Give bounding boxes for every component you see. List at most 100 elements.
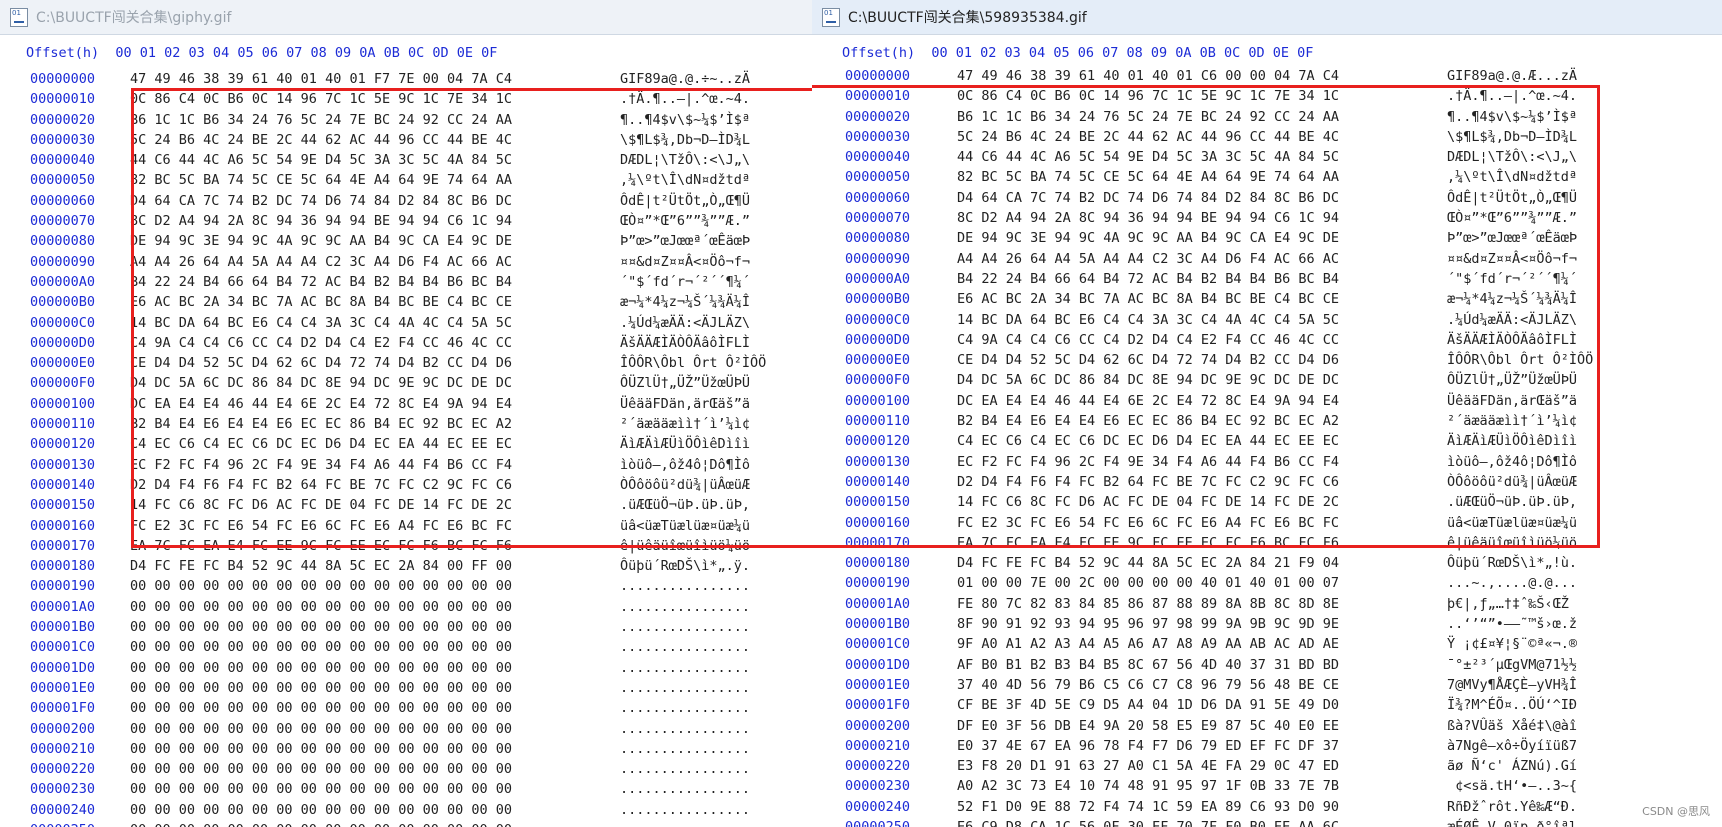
row-ascii-text[interactable]: ¶..¶4$v\$~¼$’Ì$ª — [1447, 107, 1577, 127]
row-hex-bytes[interactable]: B6 1C 1C B6 34 24 76 5C 24 7E BC 24 92 C… — [957, 107, 1339, 127]
row-hex-bytes[interactable]: 8F 90 91 92 93 94 95 96 97 98 99 9A 9B 9… — [957, 614, 1339, 634]
row-ascii-text[interactable]: ................ — [620, 739, 750, 759]
row-hex-bytes[interactable]: D4 FC FE FC B4 52 9C 44 8A 5C EC 2A 84 2… — [957, 553, 1339, 573]
row-hex-bytes[interactable]: 00 00 00 00 00 00 00 00 00 00 00 00 00 0… — [130, 637, 512, 657]
row-ascii-text[interactable]: ................ — [620, 779, 750, 799]
row-ascii-text[interactable]: ŒÒ¤”*Œ”6””¾””Æ.” — [1447, 208, 1577, 228]
row-hex-bytes[interactable]: D4 64 CA 7C 74 B2 DC 74 D6 74 84 D2 84 8… — [957, 188, 1339, 208]
row-hex-bytes[interactable]: 00 00 00 00 00 00 00 00 00 00 00 00 00 0… — [130, 800, 512, 820]
row-hex-bytes[interactable]: E6 C9 D8 CA 1C 56 0F 30 EF 70 7F F0 B0 E… — [957, 817, 1339, 827]
row-hex-bytes[interactable]: 00 00 00 00 00 00 00 00 00 00 00 00 00 0… — [130, 739, 512, 759]
row-ascii-text[interactable]: GIF89a@.@.Æ...zÄ — [1447, 66, 1577, 86]
row-hex-bytes[interactable]: 00 00 00 00 00 00 00 00 00 00 00 00 00 0… — [130, 576, 512, 596]
row-ascii-text[interactable]: ................ — [620, 719, 750, 739]
row-ascii-text[interactable]: \$¶L$¾,Db¬D–ÌD¾L — [1447, 127, 1577, 147]
row-ascii-text[interactable]: ßà?VÛäš Xåé‡\@àî — [1447, 716, 1577, 736]
row-hex-bytes[interactable]: 37 40 4D 56 79 B6 C5 C6 C7 C8 96 79 56 4… — [957, 675, 1339, 695]
row-hex-bytes[interactable]: 47 49 46 38 39 61 40 01 40 01 F7 7E 00 0… — [130, 69, 512, 89]
row-ascii-text[interactable]: Ôüþü´RœDŠ\ì*„.ÿ. — [620, 556, 750, 576]
row-hex-bytes[interactable]: 47 49 46 38 39 61 40 01 40 01 C6 00 00 0… — [957, 66, 1339, 86]
row-hex-bytes[interactable]: 00 00 00 00 00 00 00 00 00 00 00 00 00 0… — [130, 719, 512, 739]
row-hex-bytes[interactable]: E0 37 4E 67 EA 96 78 F4 F7 D6 79 ED EF F… — [957, 736, 1339, 756]
row-ascii-text[interactable]: ‚¼\ºt\Î\dN¤džtdª — [1447, 167, 1577, 187]
row-ascii-text[interactable]: ................ — [620, 617, 750, 637]
row-hex-bytes[interactable]: C4 EC C6 C4 EC C6 DC EC D6 D4 EC EA 44 E… — [957, 431, 1339, 451]
row-ascii-text[interactable]: GIF89a@.@.÷~..zÄ — [620, 69, 750, 89]
row-ascii-text[interactable]: ................ — [620, 637, 750, 657]
row-hex-bytes[interactable]: E3 F8 20 D1 91 63 27 A0 C1 5A 4E FA 29 0… — [957, 756, 1339, 776]
row-ascii-text[interactable]: æ¬¼*4¼z¬¼Š´¼¾Ä¼Î — [1447, 289, 1577, 309]
row-hex-bytes[interactable]: E6 AC BC 2A 34 BC 7A AC BC 8A B4 BC BE C… — [957, 289, 1339, 309]
row-ascii-text[interactable]: ÎÔÔR\Ôbl Ôrt Ô²ÌÔÖ — [1447, 350, 1593, 370]
row-ascii-text[interactable]: ................ — [620, 759, 750, 779]
row-ascii-text[interactable]: ................ — [620, 576, 750, 596]
row-hex-bytes[interactable]: 00 00 00 00 00 00 00 00 00 00 00 00 00 0… — [130, 658, 512, 678]
row-ascii-text[interactable]: ãø Ñ‘c' ÁZNú).Gí — [1447, 756, 1577, 776]
row-ascii-text[interactable]: ................ — [620, 820, 750, 827]
row-hex-bytes[interactable]: CF BE 3F 4D 5E C9 D5 A4 04 1D D6 DA 91 5… — [957, 695, 1339, 715]
row-hex-bytes[interactable]: 00 00 00 00 00 00 00 00 00 00 00 00 00 0… — [130, 597, 512, 617]
row-ascii-text[interactable]: ................ — [620, 800, 750, 820]
row-hex-bytes[interactable]: 00 00 00 00 00 00 00 00 00 00 00 00 00 0… — [130, 617, 512, 637]
row-ascii-text[interactable]: Ï¾?M^ÉÕ¤..ÖÚ‘^IÐ — [1447, 695, 1577, 715]
row-hex-bytes[interactable]: A4 A4 26 64 A4 5A A4 A4 C2 3C A4 D6 F4 A… — [957, 249, 1339, 269]
row-hex-bytes[interactable]: 44 C6 44 4C A6 5C 54 9E D4 5C 3A 3C 5C 4… — [957, 147, 1339, 167]
row-ascii-text[interactable]: ´"$´fd´r¬´²´´¶¼´ — [1447, 269, 1577, 289]
row-hex-bytes[interactable]: 01 00 00 7E 00 2C 00 00 00 00 40 01 40 0… — [957, 573, 1339, 593]
row-ascii-text[interactable]: ÜêääFDän,ärŒäš”ä — [1447, 391, 1577, 411]
row-ascii-text[interactable]: ¯°±²³´µŒgVM@71½½ — [1447, 655, 1577, 675]
row-hex-bytes[interactable]: 00 00 00 00 00 00 00 00 00 00 00 00 00 0… — [130, 759, 512, 779]
row-ascii-text[interactable]: Þ”œ>”œJœœª´œÊäœÞ — [1447, 228, 1577, 248]
row-ascii-text[interactable]: Ôüþü´RœDŠ\ì*„!ù. — [1447, 553, 1577, 573]
row-hex-bytes[interactable]: D2 D4 F4 F6 F4 FC B2 64 FC BE 7C FC C2 9… — [957, 472, 1339, 492]
row-ascii-text[interactable]: ÔdÊ|t²ÜtÖt„Ò„Œ¶Ü — [1447, 188, 1577, 208]
row-hex-bytes[interactable]: 5C 24 B6 4C 24 BE 2C 44 62 AC 44 96 CC 4… — [957, 127, 1339, 147]
row-ascii-text[interactable]: þ€|‚ƒ„…†‡ˆ‰Š‹ŒŽ — [1447, 594, 1569, 614]
row-hex-bytes[interactable]: D4 DC 5A 6C DC 86 84 DC 8E 94 DC 9E 9C D… — [957, 370, 1339, 390]
row-ascii-text[interactable]: RñÐžˆrôt.Yê‰Æ“Ð. — [1447, 797, 1577, 817]
row-ascii-text[interactable]: ................ — [620, 658, 750, 678]
row-ascii-text[interactable]: ÄìÆÄìÆÜìÖÔìêDìîì — [1447, 431, 1577, 451]
row-ascii-text[interactable]: ê|üêäüîœüîìüö¼üö — [1447, 533, 1577, 553]
row-hex-bytes[interactable]: FC E2 3C FC E6 54 FC E6 6C FC E6 A4 FC E… — [957, 513, 1339, 533]
row-hex-bytes[interactable]: DF E0 3F 56 DB E4 9A 20 58 E5 E9 87 5C 4… — [957, 716, 1339, 736]
row-hex-bytes[interactable]: 14 FC C6 8C FC D6 AC FC DE 04 FC DE 14 F… — [957, 492, 1339, 512]
row-hex-bytes[interactable]: 14 BC DA 64 BC E6 C4 C4 3A 3C C4 4A 4C C… — [957, 310, 1339, 330]
row-hex-bytes[interactable]: 9F A0 A1 A2 A3 A4 A5 A6 A7 A8 A9 AA AB A… — [957, 634, 1339, 654]
row-ascii-text[interactable]: ÒÔôöôü²dü¾|üÂœüÆ — [1447, 472, 1577, 492]
row-hex-bytes[interactable]: 00 00 00 00 00 00 00 00 00 00 00 00 00 0… — [130, 779, 512, 799]
row-hex-bytes[interactable]: 00 00 00 00 00 00 00 00 00 00 00 00 00 0… — [130, 678, 512, 698]
row-ascii-text[interactable]: DÆDL¦\TžÔ\:<\J„\ — [1447, 147, 1577, 167]
row-ascii-text[interactable]: .¼Úd¼æÄÄ:<ÄJLÄZ\ — [1447, 310, 1577, 330]
row-hex-bytes[interactable]: DE 94 9C 3E 94 9C 4A 9C 9C AA B4 9C CA E… — [957, 228, 1339, 248]
row-ascii-text[interactable]: ¢<sä.tH‘•—..3~{ — [1447, 776, 1577, 796]
row-hex-bytes[interactable]: EA 7C FC EA E4 FC EE 9C FC EE EC FC F6 B… — [957, 533, 1339, 553]
row-hex-bytes[interactable]: 0C 86 C4 0C B6 0C 14 96 7C 1C 5E 9C 1C 7… — [957, 86, 1339, 106]
row-ascii-text[interactable]: ................ — [620, 678, 750, 698]
row-ascii-text[interactable]: ..‘’“”•–—˜™š›œ.ž — [1447, 614, 1577, 634]
row-hex-bytes[interactable]: 52 F1 D0 9E 88 72 F4 74 1C 59 EA 89 C6 9… — [957, 797, 1339, 817]
row-hex-bytes[interactable]: 00 00 00 00 00 00 00 00 00 00 00 00 00 0… — [130, 698, 512, 718]
row-hex-bytes[interactable]: FE 80 7C 82 83 84 85 86 87 88 89 8A 8B 8… — [957, 594, 1339, 614]
row-ascii-text[interactable]: .†Ä.¶..–|.^œ.~4. — [1447, 86, 1577, 106]
row-ascii-text[interactable]: ................ — [620, 597, 750, 617]
row-ascii-text[interactable]: æÉØÊ.V.0ïp.ð°îªl — [1447, 817, 1577, 827]
row-hex-bytes[interactable]: B2 B4 E4 E6 E4 E4 E6 EC EC 86 B4 EC 92 B… — [957, 411, 1339, 431]
row-ascii-text[interactable]: ²´äæääæìì†´ì’¼ì¢ — [1447, 411, 1577, 431]
row-hex-bytes[interactable]: 8C D2 A4 94 2A 8C 94 36 94 94 BE 94 94 C… — [957, 208, 1339, 228]
row-hex-bytes[interactable]: AF B0 B1 B2 B3 B4 B5 8C 67 56 4D 40 37 3… — [957, 655, 1339, 675]
row-hex-bytes[interactable]: 00 00 00 00 00 00 00 00 00 00 00 00 00 0… — [130, 820, 512, 827]
row-hex-bytes[interactable]: 82 BC 5C BA 74 5C CE 5C 64 4E A4 64 9E 7… — [957, 167, 1339, 187]
row-ascii-text[interactable]: ÔÜZlÜ†„ÜŽ”ÜžœÜÞÜ — [1447, 370, 1577, 390]
row-hex-bytes[interactable]: EC F2 FC F4 96 2C F4 9E 34 F4 A6 44 F4 B… — [957, 452, 1339, 472]
row-hex-bytes[interactable]: D4 FC FE FC B4 52 9C 44 8A 5C EC 2A 84 0… — [130, 556, 512, 576]
row-ascii-text[interactable]: ...~.,....@.@... — [1447, 573, 1577, 593]
row-hex-bytes[interactable]: C4 9A C4 C4 C6 CC C4 D2 D4 C4 E2 F4 CC 4… — [957, 330, 1339, 350]
row-hex-bytes[interactable]: CE D4 D4 52 5C D4 62 6C D4 72 74 D4 B2 C… — [957, 350, 1339, 370]
right-hex-pane[interactable]: 01 C:\BUUCTF闯关合集\598935384.gif Offset(h)… — [812, 0, 1722, 827]
row-ascii-text[interactable]: üâ<üæTüælüæ¤üæ¼ü — [1447, 513, 1577, 533]
row-hex-bytes[interactable]: A0 A2 3C 73 E4 10 74 48 91 95 97 1F 0B 3… — [957, 776, 1339, 796]
row-ascii-text[interactable]: ÄšÄÄÆÌÄÒÔÄâôÌFLÌ — [1447, 330, 1577, 350]
row-hex-bytes[interactable]: DC EA E4 E4 46 44 E4 6E 2C E4 72 8C E4 9… — [957, 391, 1339, 411]
row-ascii-text[interactable]: ................ — [620, 698, 750, 718]
